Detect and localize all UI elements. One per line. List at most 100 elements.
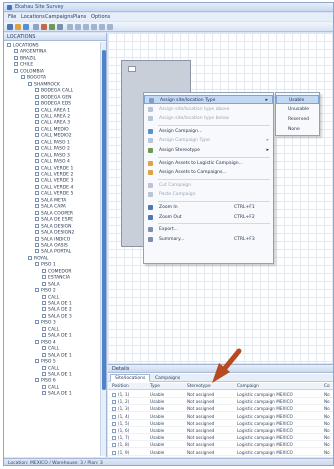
menu-plans[interactable]: Plans bbox=[73, 14, 86, 20]
tree-expander-icon[interactable] bbox=[14, 49, 18, 54]
tree-expander-icon[interactable] bbox=[14, 68, 18, 73]
tab-site-locations[interactable]: Site/locations bbox=[110, 374, 151, 382]
tree-expander-icon[interactable] bbox=[42, 391, 46, 396]
tree-expander-icon[interactable] bbox=[35, 230, 39, 235]
tree-expander-icon[interactable] bbox=[42, 268, 46, 273]
tree-expander-icon[interactable] bbox=[35, 165, 39, 170]
tree-expander-icon[interactable] bbox=[42, 307, 46, 312]
tree-expander-icon[interactable] bbox=[35, 378, 39, 383]
tree-expander-icon[interactable] bbox=[28, 255, 32, 260]
zoom-icon[interactable] bbox=[67, 24, 73, 30]
table-row[interactable]: (1, 4) Usable Not assigned Logistic campaig… bbox=[108, 413, 333, 420]
context-menu-item[interactable]: Paste Campaign bbox=[144, 190, 273, 199]
table-row[interactable]: (1, 3) Usable Not assigned Logistic campaig… bbox=[108, 405, 333, 413]
tree-expander-icon[interactable] bbox=[35, 223, 39, 228]
row-checkbox[interactable] bbox=[112, 407, 116, 412]
help-icon[interactable] bbox=[107, 24, 113, 30]
tree-expander-icon[interactable] bbox=[35, 152, 39, 157]
tree-expander-icon[interactable] bbox=[35, 288, 39, 293]
tree-expander-icon[interactable] bbox=[42, 326, 46, 331]
tree-expander-icon[interactable] bbox=[35, 159, 39, 164]
tree-expander-icon[interactable] bbox=[7, 43, 11, 47]
context-menu-item[interactable]: Zoom In CTRL+F1 bbox=[144, 203, 273, 212]
table-row[interactable]: (1, 6) Usable Not assigned Logistic campaig… bbox=[108, 427, 333, 434]
tree-expander-icon[interactable] bbox=[35, 107, 39, 112]
row-checkbox[interactable] bbox=[112, 429, 116, 433]
context-menu-item[interactable]: Zoom Out CTRL+F2 bbox=[144, 213, 273, 222]
tree-item[interactable]: SALA DE 1 bbox=[42, 391, 72, 398]
tree-expander-icon[interactable] bbox=[35, 178, 39, 183]
table-row[interactable]: (1, 5) Usable Not assigned Logistic campaig… bbox=[108, 420, 333, 427]
table-row[interactable]: (1, 1) Usable Not assigned Logistic campaig… bbox=[108, 391, 333, 398]
tree-expander-icon[interactable] bbox=[42, 352, 46, 357]
submenu-item[interactable]: Usable bbox=[276, 95, 319, 104]
submenu-item[interactable]: None bbox=[276, 125, 319, 134]
save-icon[interactable] bbox=[23, 24, 29, 30]
tree-expander-icon[interactable] bbox=[35, 236, 39, 241]
tree-expander-icon[interactable] bbox=[35, 262, 39, 267]
context-menu-item[interactable]: Assign site/location Type ▸ bbox=[144, 95, 273, 104]
column-campaign[interactable]: Campaign bbox=[237, 384, 259, 389]
tree-expander-icon[interactable] bbox=[21, 75, 25, 80]
table-row[interactable]: (1, 2) Usable Not assigned Logistic campaig… bbox=[108, 398, 333, 406]
filter-icon[interactable] bbox=[49, 24, 55, 30]
tree-expander-icon[interactable] bbox=[35, 191, 39, 196]
column-stereotype[interactable]: Stereotype bbox=[187, 384, 211, 389]
tree-expander-icon[interactable] bbox=[42, 281, 46, 286]
tree-expander-icon[interactable] bbox=[35, 101, 39, 106]
context-menu-item[interactable]: Cut Campaign bbox=[144, 181, 273, 190]
context-menu-item[interactable]: Assign Campaign... bbox=[144, 127, 273, 136]
tree-expander-icon[interactable] bbox=[42, 371, 46, 376]
tab-campaigns[interactable]: Campaigns bbox=[150, 374, 185, 382]
tree-expander-icon[interactable] bbox=[35, 184, 39, 189]
tree-expander-icon[interactable] bbox=[35, 133, 39, 138]
tree-expander-icon[interactable] bbox=[42, 301, 46, 305]
tree-expander-icon[interactable] bbox=[35, 339, 39, 344]
tree-expander-icon[interactable] bbox=[35, 94, 39, 99]
table-row[interactable]: (1, 9) Usable Not assigned Logistic campaig… bbox=[108, 449, 333, 456]
grid-icon[interactable] bbox=[33, 24, 39, 30]
submenu-item[interactable]: Reserved bbox=[276, 115, 319, 124]
context-menu-item[interactable]: Assign Stereotype ▸ bbox=[144, 146, 273, 155]
tree-expander-icon[interactable] bbox=[42, 333, 46, 338]
tree-scrollbar-thumb[interactable] bbox=[102, 50, 106, 390]
tree-expander-icon[interactable] bbox=[35, 139, 39, 144]
row-checkbox[interactable] bbox=[112, 421, 116, 426]
column-co[interactable]: Co bbox=[324, 384, 330, 389]
new-icon[interactable] bbox=[7, 24, 13, 30]
menu-file[interactable]: File bbox=[8, 14, 16, 20]
tree-expander-icon[interactable] bbox=[42, 384, 46, 389]
context-menu-item[interactable]: Assign Campaign Type ▸ bbox=[144, 136, 273, 145]
tree-expander-icon[interactable] bbox=[35, 197, 39, 202]
tree-expander-icon[interactable] bbox=[35, 217, 39, 222]
context-menu-item[interactable]: Assign Assets to Logistic Campaign... bbox=[144, 159, 273, 168]
tree-expander-icon[interactable] bbox=[42, 275, 46, 280]
tree-expander-icon[interactable] bbox=[42, 313, 46, 318]
layout-icon[interactable] bbox=[83, 24, 89, 30]
tree-expander-icon[interactable] bbox=[35, 146, 39, 151]
menu-locations[interactable]: Locations bbox=[21, 14, 45, 20]
row-checkbox[interactable] bbox=[112, 414, 116, 419]
context-menu-item[interactable]: Summary... CTRL+F3 bbox=[144, 235, 273, 244]
tree-expander-icon[interactable] bbox=[35, 172, 39, 176]
column-type[interactable]: Type bbox=[150, 384, 160, 389]
row-checkbox[interactable] bbox=[112, 393, 116, 397]
row-checkbox[interactable] bbox=[112, 450, 116, 455]
row-checkbox[interactable] bbox=[112, 443, 116, 448]
table-row[interactable]: (1, 7) Usable Not assigned Logistic campaig… bbox=[108, 434, 333, 442]
tree-expander-icon[interactable] bbox=[35, 242, 39, 247]
tree-expander-icon[interactable] bbox=[42, 294, 46, 299]
tree-expander-icon[interactable] bbox=[35, 113, 39, 118]
tree-expander-icon[interactable] bbox=[14, 55, 18, 60]
align-icon[interactable] bbox=[75, 24, 81, 30]
tree-expander-icon[interactable] bbox=[35, 88, 39, 93]
refresh-icon[interactable] bbox=[57, 24, 63, 30]
context-menu-item[interactable]: Export... bbox=[144, 225, 273, 234]
tree-expander-icon[interactable] bbox=[14, 62, 18, 67]
row-checkbox[interactable] bbox=[112, 436, 116, 441]
context-menu-item[interactable]: Assign site/location type below bbox=[144, 114, 273, 123]
delete-icon[interactable] bbox=[41, 24, 47, 30]
open-icon[interactable] bbox=[15, 24, 21, 30]
tree-expander-icon[interactable] bbox=[42, 346, 46, 351]
tree-expander-icon[interactable] bbox=[35, 249, 39, 254]
